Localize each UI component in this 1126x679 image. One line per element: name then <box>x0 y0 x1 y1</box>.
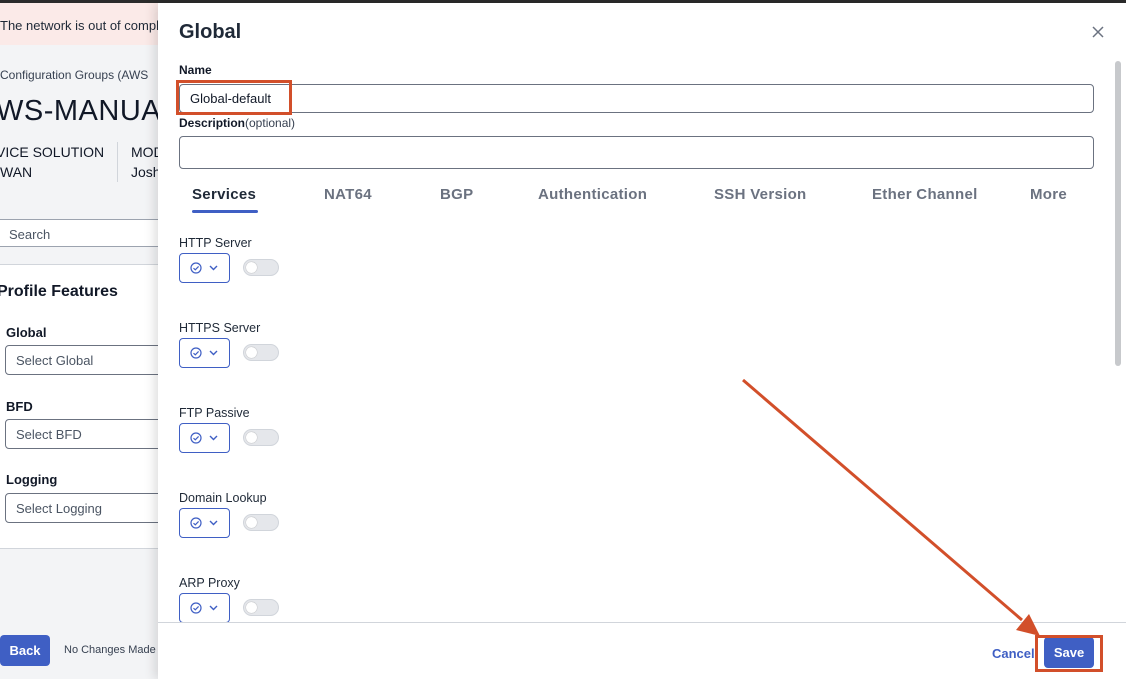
page-title: WS-MANUA <box>0 95 162 127</box>
chevron-down-icon <box>209 265 218 271</box>
ftp-passive-toggle[interactable] <box>243 429 279 446</box>
arp-proxy-toggle[interactable] <box>243 599 279 616</box>
scrollbar[interactable] <box>1115 61 1121 366</box>
chevron-down-icon <box>209 435 218 441</box>
check-circle-icon <box>190 347 202 359</box>
arp-proxy-variable-dropdown[interactable] <box>179 593 230 623</box>
check-circle-icon <box>190 432 202 444</box>
tab-bgp[interactable]: BGP <box>440 186 473 203</box>
profile-features-title: Profile Features <box>0 283 118 300</box>
check-circle-icon <box>190 517 202 529</box>
check-circle-icon <box>190 262 202 274</box>
meta-mode-value: Josh <box>131 164 161 180</box>
tab-authentication[interactable]: Authentication <box>538 186 647 203</box>
global-feature-label: Global <box>6 325 47 340</box>
name-label: Name <box>179 63 212 77</box>
domain-lookup-toggle[interactable] <box>243 514 279 531</box>
https-server-label: HTTPS Server <box>179 321 261 335</box>
tab-ssh-version[interactable]: SSH Version <box>714 186 807 203</box>
toggle-knob <box>246 432 257 443</box>
description-label: Description(optional) <box>179 116 295 130</box>
search-placeholder: Search <box>9 227 51 242</box>
select-logging-placeholder: Select Logging <box>16 501 103 516</box>
tab-nat64[interactable]: NAT64 <box>324 186 372 203</box>
tab-services[interactable]: Services <box>192 186 256 203</box>
drawer-footer: Cancel Save <box>158 622 1126 679</box>
tab-ether-channel[interactable]: Ether Channel <box>872 186 978 203</box>
alert-text: The network is out of compli <box>0 18 162 33</box>
chevron-down-icon <box>209 605 218 611</box>
logging-feature-label: Logging <box>6 472 58 487</box>
global-drawer: Global Name Description(optional) Servic… <box>158 3 1126 679</box>
http-server-toggle[interactable] <box>243 259 279 276</box>
https-server-variable-dropdown[interactable] <box>179 338 230 368</box>
toggle-knob <box>246 262 257 273</box>
feature-tabs: Services NAT64 BGP Authentication SSH Ve… <box>178 180 1108 218</box>
check-circle-icon <box>190 602 202 614</box>
ftp-passive-variable-dropdown[interactable] <box>179 423 230 453</box>
toggle-knob <box>246 347 257 358</box>
domain-lookup-label: Domain Lookup <box>179 491 267 505</box>
save-button[interactable]: Save <box>1044 637 1094 668</box>
description-input[interactable] <box>179 136 1094 169</box>
select-global-placeholder: Select Global <box>16 353 94 368</box>
status-text: No Changes Made <box>64 644 156 656</box>
domain-lookup-variable-dropdown[interactable] <box>179 508 230 538</box>
tab-more[interactable]: More <box>1030 186 1067 203</box>
description-label-text: Description <box>179 116 246 130</box>
arp-proxy-label: ARP Proxy <box>179 576 240 590</box>
meta-solution-value: WAN <box>0 164 33 180</box>
name-input[interactable] <box>179 84 1094 113</box>
ftp-passive-label: FTP Passive <box>179 406 250 420</box>
drawer-title: Global <box>179 21 242 43</box>
active-tab-indicator <box>192 210 258 213</box>
breadcrumb[interactable]: Configuration Groups (AWS <box>0 68 148 82</box>
description-optional-text: (optional) <box>245 116 296 130</box>
select-bfd-placeholder: Select BFD <box>16 427 82 442</box>
chevron-down-icon <box>209 520 218 526</box>
cancel-button[interactable]: Cancel <box>992 646 1035 661</box>
close-icon[interactable] <box>1090 24 1106 40</box>
http-server-variable-dropdown[interactable] <box>179 253 230 283</box>
https-server-toggle[interactable] <box>243 344 279 361</box>
toggle-knob <box>246 602 257 613</box>
back-button[interactable]: Back <box>0 635 50 666</box>
http-server-label: HTTP Server <box>179 236 252 250</box>
bfd-feature-label: BFD <box>6 399 33 414</box>
meta-solution-label: VICE SOLUTION <box>0 144 105 160</box>
chevron-down-icon <box>209 350 218 356</box>
toggle-knob <box>246 517 257 528</box>
meta-divider <box>117 142 118 182</box>
